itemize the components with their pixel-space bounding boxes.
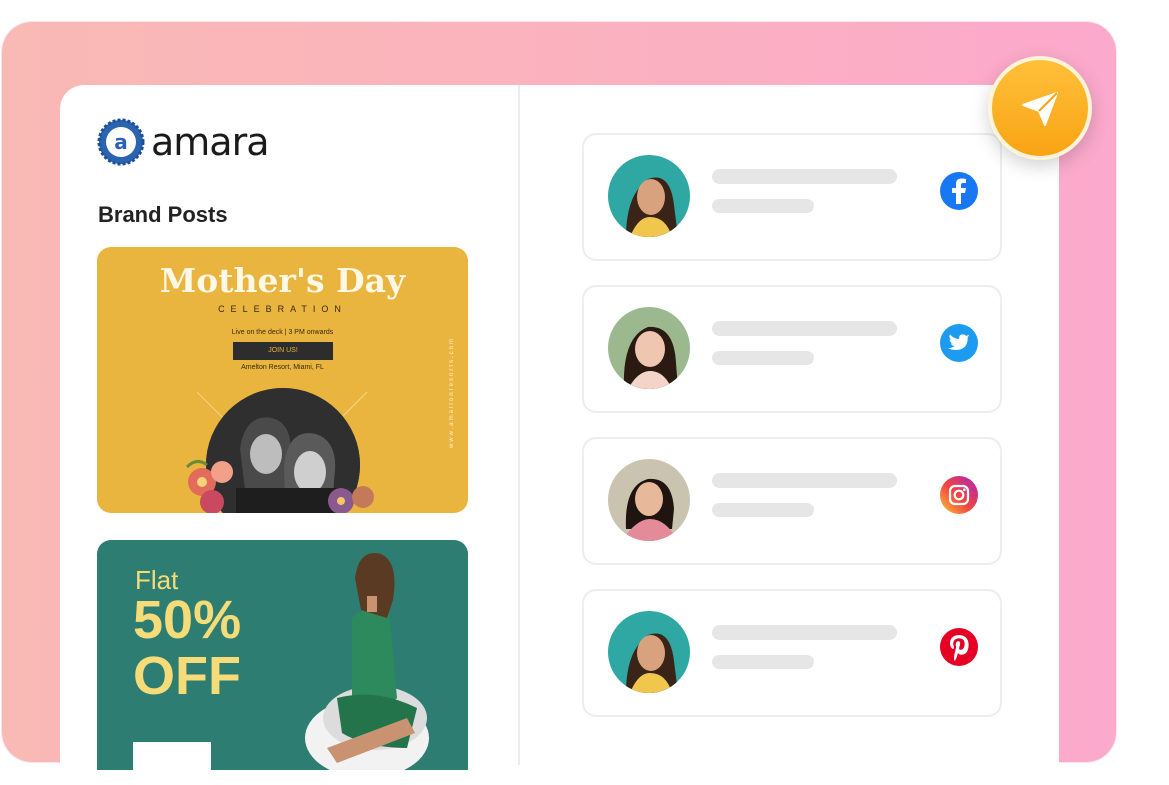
name-placeholder — [712, 321, 897, 336]
name-placeholder — [712, 625, 897, 640]
logo-letter: a — [114, 130, 128, 154]
sale-percent: 50% — [133, 590, 242, 650]
sale-percent-text: 50% OFF — [133, 592, 241, 704]
send-icon — [1022, 92, 1058, 126]
avatar — [608, 307, 690, 389]
avatar — [608, 155, 690, 237]
detail-placeholder — [712, 503, 814, 517]
section-title: Brand Posts — [98, 202, 228, 227]
model-photo — [305, 553, 429, 770]
detail-placeholder — [712, 655, 814, 669]
avatar — [608, 459, 690, 541]
post-title: Mother's Day — [159, 261, 406, 300]
brand-post-sale[interactable]: Flat 50% OFF — [97, 540, 468, 770]
account-card-instagram[interactable] — [582, 437, 1002, 565]
panel-divider — [518, 85, 520, 765]
facebook-icon — [940, 172, 978, 210]
post-side-text: www.amaltonresorts.com — [449, 337, 455, 449]
sale-off: OFF — [133, 646, 241, 706]
send-button[interactable] — [988, 56, 1092, 160]
account-card-facebook[interactable] — [582, 133, 1002, 261]
twitter-icon — [940, 324, 978, 362]
flowers-left — [185, 460, 233, 513]
pinterest-icon — [940, 628, 978, 666]
brand-post-mothers-day[interactable]: Mother's Day CELEBRATION Live on the dec… — [97, 247, 468, 513]
name-placeholder — [712, 169, 897, 184]
post-subtitle: CELEBRATION — [218, 304, 347, 314]
post-address: Amelton Resort, Miami, FL — [241, 364, 324, 371]
brand-name: amara — [151, 120, 269, 164]
post-info: Live on the deck | 3 PM onwards — [231, 329, 334, 336]
flowers-right — [328, 486, 374, 513]
account-card-twitter[interactable] — [582, 285, 1002, 413]
name-placeholder — [712, 473, 897, 488]
instagram-icon — [940, 476, 978, 514]
avatar — [608, 611, 690, 693]
detail-placeholder — [712, 351, 814, 365]
account-card-pinterest[interactable] — [582, 589, 1002, 717]
post-join-button: JOIN US! — [233, 342, 333, 360]
brand-logo: a amara — [97, 118, 269, 166]
amara-logo-icon: a — [97, 118, 145, 166]
sale-label-box — [133, 742, 211, 770]
detail-placeholder — [712, 199, 814, 213]
